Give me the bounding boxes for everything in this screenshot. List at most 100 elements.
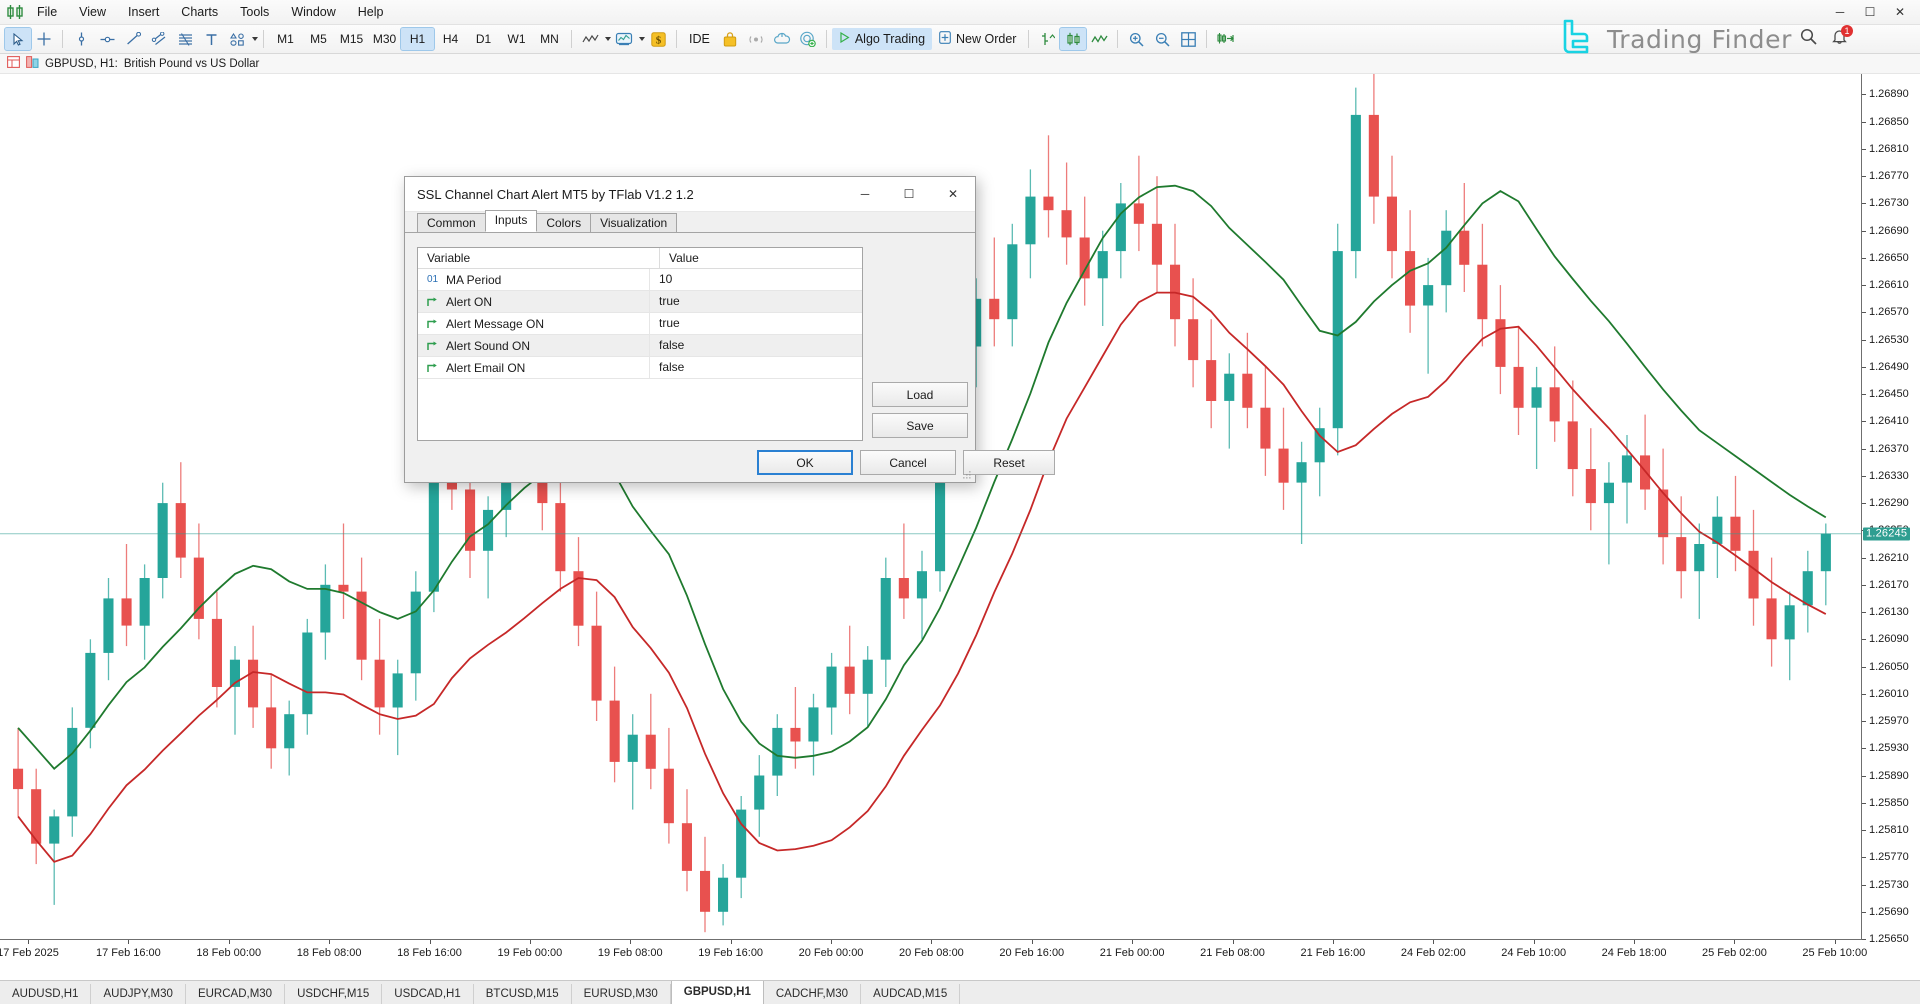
menu-item-file[interactable]: File — [26, 2, 68, 22]
timeframe-m30[interactable]: M30 — [368, 28, 401, 50]
shapes-dropdown-icon[interactable] — [252, 37, 258, 41]
save-button[interactable]: Save — [872, 413, 968, 438]
menu-item-window[interactable]: Window — [280, 2, 346, 22]
price-tick-label: 1.26890 — [1869, 88, 1909, 100]
cursor-icon[interactable] — [5, 28, 31, 50]
timeframe-mn[interactable]: MN — [533, 28, 566, 50]
chart-tab-usdchf[interactable]: USDCHF,M15 — [285, 984, 382, 1004]
market-watch-icon[interactable]: $ — [645, 28, 671, 50]
price-tick-label: 1.25730 — [1869, 879, 1909, 891]
table-row[interactable]: Alert Sound ON false — [418, 335, 862, 357]
price-tick — [1862, 122, 1866, 123]
copy-trading-icon[interactable] — [795, 28, 821, 50]
auto-scroll-icon[interactable] — [1212, 28, 1238, 50]
timeframe-m15[interactable]: M15 — [335, 28, 368, 50]
cancel-button[interactable]: Cancel — [860, 450, 956, 475]
chart-tab-eurusd[interactable]: EURUSD,M30 — [572, 984, 671, 1004]
tab-common[interactable]: Common — [417, 213, 486, 232]
table-row[interactable]: Alert Email ON false — [418, 357, 862, 379]
price-tick — [1862, 830, 1866, 831]
notifications-icon[interactable]: 1 — [1831, 28, 1848, 48]
variable-value[interactable]: 10 — [650, 269, 672, 290]
horizontal-line-icon[interactable] — [94, 28, 120, 50]
table-row[interactable]: 01MA Period 10 — [418, 269, 862, 291]
line-chart-icon[interactable] — [1086, 28, 1112, 50]
chart-tab-audusd[interactable]: AUDUSD,H1 — [0, 984, 91, 1004]
chart-tab-audcad[interactable]: AUDCAD,M15 — [861, 984, 960, 1004]
chart-tab-btcusd[interactable]: BTCUSD,M15 — [474, 984, 572, 1004]
resize-grip-icon[interactable] — [962, 470, 972, 480]
dialog-maximize-button[interactable]: ☐ — [887, 178, 931, 211]
timeframe-w1[interactable]: W1 — [500, 28, 533, 50]
boolean-input-icon — [425, 295, 440, 308]
chart-tab-gbpusd[interactable]: GBPUSD,H1 — [671, 981, 764, 1004]
price-tick — [1862, 748, 1866, 749]
vps-cloud-icon[interactable] — [769, 28, 795, 50]
variable-value[interactable]: true — [650, 313, 680, 334]
window-maximize-button[interactable]: ☐ — [1856, 2, 1884, 22]
inputs-grid[interactable]: Variable Value 01MA Period 10 Alert ON t… — [417, 247, 863, 441]
timeframe-h4[interactable]: H4 — [434, 28, 467, 50]
menu-item-insert[interactable]: Insert — [117, 2, 170, 22]
window-minimize-button[interactable]: ─ — [1826, 2, 1854, 22]
window-close-button[interactable]: ✕ — [1886, 2, 1914, 22]
chart-symbol-icon[interactable] — [26, 56, 39, 71]
fibonacci-icon[interactable] — [172, 28, 198, 50]
chart-tab-eurcad[interactable]: EURCAD,M30 — [186, 984, 285, 1004]
dialog-title-bar[interactable]: SSL Channel Chart Alert MT5 by TFlab V1.… — [405, 177, 975, 212]
brand-name: Trading Finder — [1607, 25, 1792, 54]
equidistant-channel-icon[interactable] — [146, 28, 172, 50]
menu-item-view[interactable]: View — [68, 2, 117, 22]
indicator-properties-dialog[interactable]: SSL Channel Chart Alert MT5 by TFlab V1.… — [404, 176, 976, 483]
trendline-icon[interactable] — [120, 28, 146, 50]
signals-icon[interactable] — [743, 28, 769, 50]
variable-value[interactable]: true — [650, 291, 680, 312]
price-tick — [1862, 449, 1866, 450]
price-tick — [1862, 503, 1866, 504]
ok-button[interactable]: OK — [757, 450, 853, 475]
shapes-icon[interactable] — [224, 28, 250, 50]
chart-tab-cadchf[interactable]: CADCHF,M30 — [764, 984, 861, 1004]
tile-windows-icon[interactable] — [1175, 28, 1201, 50]
variable-value[interactable]: false — [650, 335, 684, 356]
dialog-minimize-button[interactable]: ─ — [843, 178, 887, 211]
indicators-icon[interactable] — [577, 28, 603, 50]
table-row[interactable]: Alert Message ON true — [418, 313, 862, 335]
variable-value[interactable]: false — [650, 357, 684, 378]
crosshair-icon[interactable] — [31, 28, 57, 50]
price-axis[interactable]: 1.268901.268501.268101.267701.267301.266… — [1861, 74, 1920, 939]
timeframe-m1[interactable]: M1 — [269, 28, 302, 50]
market-bag-icon[interactable] — [717, 28, 743, 50]
new-order-button[interactable]: New Order — [932, 28, 1023, 50]
zoom-in-icon[interactable] — [1123, 28, 1149, 50]
templates-icon[interactable] — [611, 28, 637, 50]
time-axis[interactable]: 17 Feb 202517 Feb 16:0018 Feb 00:0018 Fe… — [0, 939, 1862, 981]
menu-item-help[interactable]: Help — [347, 2, 395, 22]
search-icon[interactable] — [1800, 28, 1817, 48]
text-icon[interactable] — [198, 28, 224, 50]
menu-item-tools[interactable]: Tools — [229, 2, 280, 22]
vertical-line-icon[interactable] — [68, 28, 94, 50]
tab-visualization[interactable]: Visualization — [590, 213, 677, 232]
dialog-close-button[interactable]: ✕ — [931, 178, 975, 211]
chart-tab-usdcad[interactable]: USDCAD,H1 — [382, 984, 473, 1004]
algo-trading-button[interactable]: Algo Trading — [832, 28, 932, 50]
tab-inputs[interactable]: Inputs — [485, 210, 538, 232]
ide-button[interactable]: IDE — [682, 28, 717, 50]
timeframe-h1[interactable]: H1 — [401, 28, 434, 50]
tab-colors[interactable]: Colors — [536, 213, 591, 232]
candlestick-chart-icon[interactable] — [1060, 28, 1086, 50]
data-window-icon[interactable] — [7, 56, 20, 71]
bar-chart-icon[interactable] — [1034, 28, 1060, 50]
table-row[interactable]: Alert ON true — [418, 291, 862, 313]
dialog-tab-strip: Common Inputs Colors Visualization — [405, 212, 975, 233]
column-header-variable: Variable — [418, 248, 660, 268]
reset-button[interactable]: Reset — [963, 450, 1055, 475]
chart-area[interactable]: 1.268901.268501.268101.267701.267301.266… — [0, 74, 1920, 980]
menu-item-charts[interactable]: Charts — [170, 2, 229, 22]
load-button[interactable]: Load — [872, 382, 968, 407]
chart-tab-audjpy[interactable]: AUDJPY,M30 — [91, 984, 185, 1004]
zoom-out-icon[interactable] — [1149, 28, 1175, 50]
timeframe-d1[interactable]: D1 — [467, 28, 500, 50]
timeframe-m5[interactable]: M5 — [302, 28, 335, 50]
